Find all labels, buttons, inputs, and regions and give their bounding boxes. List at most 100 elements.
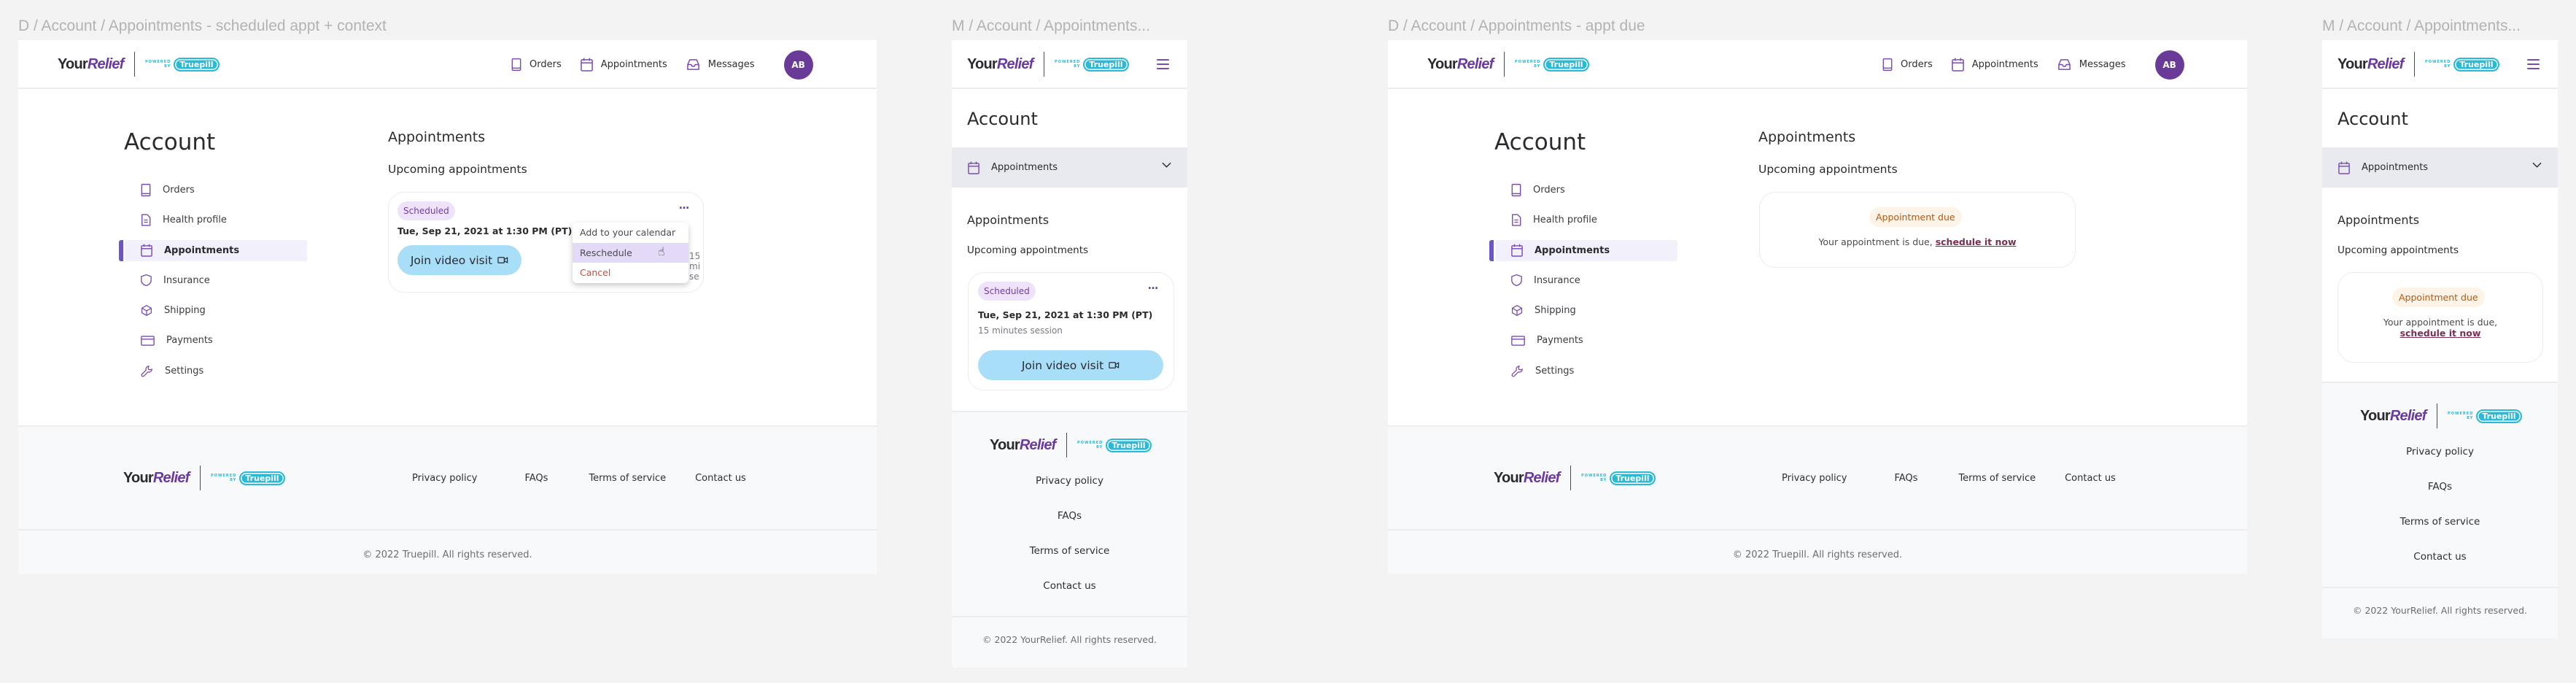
footer-brand-logo[interactable]: YourRelief POWERED BY Truepill <box>990 433 1152 458</box>
footer-link-faqs[interactable]: FAQs <box>2322 479 2558 514</box>
truepill-logo: Truepill <box>1610 471 1656 485</box>
sidebar-item-orders[interactable]: Orders <box>1495 180 1677 201</box>
box-icon <box>1511 304 1523 317</box>
footer-link-privacy[interactable]: Privacy policy <box>1782 473 1847 484</box>
appointment-datetime: Tue, Sep 21, 2021 at 1:30 PM (PT) <box>397 225 573 236</box>
copyright: © 2022 YourRelief. All rights reserved. <box>2352 605 2528 616</box>
more-options-icon[interactable]: … <box>679 200 690 212</box>
footer-link-contact[interactable]: Contact us <box>952 579 1187 614</box>
footer-link-faqs[interactable]: FAQs <box>524 473 548 484</box>
appointment-due-badge: Appointment due <box>2392 288 2485 307</box>
brand-logo[interactable]: YourRelief POWERED BY Truepill <box>967 52 1129 77</box>
brand-logo[interactable]: YourRelief POWERED BY Truepill <box>2338 52 2499 77</box>
upcoming-appointments-title: Upcoming appointments <box>388 163 527 176</box>
copyright: © 2022 Truepill. All rights reserved. <box>1732 549 1903 560</box>
mobile-frame-scheduled: YourRelief POWERED BY Truepill Account Ap… <box>952 40 1187 668</box>
account-section-dropdown[interactable]: Appointments <box>952 147 1187 188</box>
logo-divider <box>2436 404 2438 428</box>
hamburger-menu-icon[interactable] <box>1157 59 1169 72</box>
video-camera-icon <box>1109 361 1120 369</box>
sidebar-item-label: Health profile <box>1533 215 1597 226</box>
footer-link-terms[interactable]: Terms of service <box>2322 514 2558 549</box>
join-video-visit-button[interactable]: Join video visit <box>978 350 1163 380</box>
powered-by-text: POWERED BY <box>1055 60 1081 69</box>
sidebar-item-health-profile[interactable]: Health profile <box>125 209 307 231</box>
footer-link-contact[interactable]: Contact us <box>695 473 746 484</box>
schedule-now-link[interactable]: schedule it now <box>1936 236 2017 247</box>
nav-appointments[interactable]: Appointments <box>581 58 667 72</box>
hamburger-menu-icon[interactable] <box>2527 59 2540 72</box>
account-section-dropdown[interactable]: Appointments <box>2322 147 2558 188</box>
appointment-due-message: Your appointment is due, schedule it now <box>2338 317 2542 339</box>
appointments-title: Appointments <box>1758 129 1856 145</box>
avatar[interactable]: AB <box>2154 50 2184 80</box>
shield-icon <box>141 274 152 287</box>
calendar-icon <box>968 161 979 174</box>
credit-card-icon <box>1511 336 1525 346</box>
logo-divider <box>1066 433 1068 458</box>
appointments-title: Appointments <box>2338 213 2420 227</box>
nav-orders[interactable]: Orders <box>1882 58 1933 72</box>
sidebar-item-appointments[interactable]: Appointments <box>119 239 307 261</box>
footer-divider <box>952 616 1187 617</box>
sidebar-item-shipping[interactable]: Shipping <box>125 300 307 321</box>
sidebar-item-label: Health profile <box>163 215 227 226</box>
schedule-now-link[interactable]: schedule it now <box>2400 328 2481 339</box>
frame-label-mobile-due: M / Account / Appointments... <box>2322 18 2521 34</box>
menu-item-reschedule[interactable]: Reschedule <box>573 242 688 263</box>
nav-orders-label: Orders <box>1901 59 1933 70</box>
nav-messages[interactable]: Messages <box>686 58 755 71</box>
nav-messages[interactable]: Messages <box>2057 58 2126 71</box>
footer-link-privacy[interactable]: Privacy policy <box>412 473 477 484</box>
footer-link-terms[interactable]: Terms of service <box>1958 473 2036 484</box>
document-icon <box>1511 213 1521 227</box>
upcoming-appointments-title: Upcoming appointments <box>1758 163 1898 176</box>
brand-logo[interactable]: YourRelief POWERED BY Truepill <box>1427 52 1589 77</box>
sidebar-item-health-profile[interactable]: Health profile <box>1495 209 1677 231</box>
frame-label-mobile-scheduled: M / Account / Appointments... <box>952 18 1150 34</box>
upcoming-appointments-title: Upcoming appointments <box>2338 244 2459 256</box>
sidebar-item-insurance[interactable]: Insurance <box>1495 270 1677 291</box>
sidebar-item-shipping[interactable]: Shipping <box>1495 300 1677 321</box>
sidebar-item-settings[interactable]: Settings <box>1495 360 1677 382</box>
menu-item-cancel[interactable]: Cancel <box>573 263 688 283</box>
join-video-visit-button[interactable]: Join video visit <box>397 245 521 275</box>
sidebar-item-payments[interactable]: Payments <box>125 330 307 351</box>
footer-brand-logo[interactable]: YourRelief POWERED BY Truepill <box>2360 404 2522 428</box>
footer-divider <box>1388 529 2247 530</box>
footer-brand-logo[interactable]: YourRelief POWERED BY Truepill <box>1494 466 1656 490</box>
inbox-icon <box>686 58 700 71</box>
sidebar-item-label: Payments <box>1537 335 1583 347</box>
avatar[interactable]: AB <box>783 50 813 80</box>
sidebar-item-settings[interactable]: Settings <box>125 360 307 382</box>
copyright: © 2022 YourRelief. All rights reserved. <box>982 634 1157 645</box>
footer-link-terms[interactable]: Terms of service <box>589 473 666 484</box>
footer-brand-logo[interactable]: YourRelief POWERED BY Truepill <box>123 466 285 490</box>
video-camera-icon <box>497 256 508 264</box>
footer-links: Privacy policy FAQs Terms of service Con… <box>1782 473 2116 484</box>
sidebar-item-label: Settings <box>1535 365 1575 377</box>
menu-item-add-to-calendar[interactable]: Add to your calendar <box>573 223 688 243</box>
nav-appointments[interactable]: Appointments <box>1952 58 2038 72</box>
header: YourRelief POWERED BY Truepill Orders App… <box>1388 40 2247 89</box>
header: YourRelief POWERED BY Truepill <box>2322 40 2558 89</box>
sidebar-item-appointments[interactable]: Appointments <box>1489 239 1677 261</box>
more-options-icon[interactable]: … <box>1148 280 1159 292</box>
truepill-logo: Truepill <box>2476 409 2522 423</box>
footer-link-privacy[interactable]: Privacy policy <box>2322 444 2558 479</box>
footer: YourRelief POWERED BY Truepill Privacy po… <box>2322 382 2558 638</box>
mobile-frame-due: YourRelief POWERED BY Truepill Account Ap… <box>2322 40 2558 638</box>
truepill-logo: Truepill <box>1083 57 1129 72</box>
footer-link-contact[interactable]: Contact us <box>2065 473 2116 484</box>
brand-logo[interactable]: YourRelief POWERED BY Truepill <box>58 52 220 77</box>
footer-link-faqs[interactable]: FAQs <box>1894 473 1917 484</box>
footer-link-faqs[interactable]: FAQs <box>952 509 1187 544</box>
sidebar-item-orders[interactable]: Orders <box>125 180 307 201</box>
footer-link-privacy[interactable]: Privacy policy <box>952 474 1187 509</box>
footer-link-contact[interactable]: Contact us <box>2322 549 2558 584</box>
appointment-due-card: Appointment due Your appointment is due,… <box>2338 272 2543 363</box>
sidebar-item-insurance[interactable]: Insurance <box>125 270 307 291</box>
nav-orders[interactable]: Orders <box>511 58 562 72</box>
sidebar-item-payments[interactable]: Payments <box>1495 330 1677 351</box>
footer-link-terms[interactable]: Terms of service <box>952 544 1187 579</box>
